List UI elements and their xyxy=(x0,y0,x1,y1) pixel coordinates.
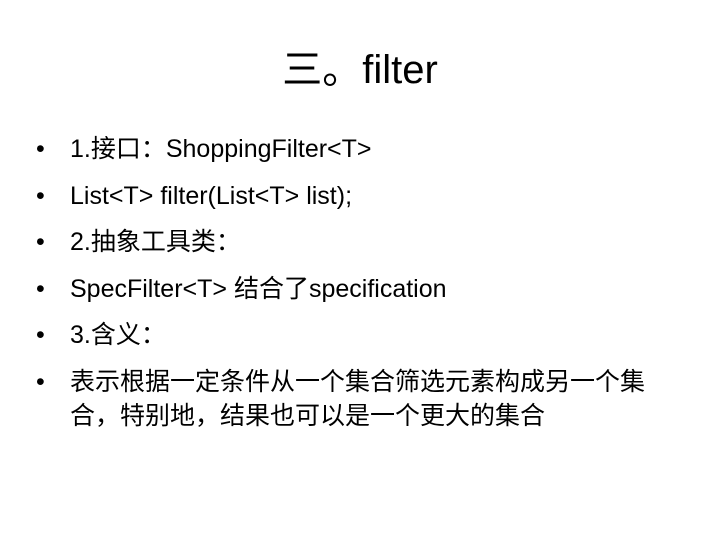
bullet-dot-icon: • xyxy=(36,367,45,396)
bullet-item: • 表示根据一定条件从一个集合筛选元素构成另一个集合，特别地，结果也可以是一个更… xyxy=(36,365,656,433)
bullet-text: 3.含义： xyxy=(70,321,166,349)
bullet-item: • SpecFilter<T> 结合了specification xyxy=(36,272,656,306)
bullet-text: 表示根据一定条件从一个集合筛选元素构成另一个集合，特别地，结果也可以是一个更大的… xyxy=(70,367,646,430)
bullet-item: • 1.接口：ShoppingFilter<T> xyxy=(36,132,656,166)
bullet-list: • 1.接口：ShoppingFilter<T> • List<T> filte… xyxy=(36,132,656,445)
slide-title: 三。filter xyxy=(282,48,438,92)
bullet-text: List<T> filter(List<T> list); xyxy=(70,181,353,210)
bullet-dot-icon: • xyxy=(36,135,45,163)
bullet-text: 2.抽象工具类： xyxy=(70,228,241,256)
bullet-dot-icon: • xyxy=(36,181,45,210)
bullet-text: SpecFilter<T> 结合了specification xyxy=(70,274,447,303)
bullet-item: • 2.抽象工具类： xyxy=(36,225,656,259)
bullet-dot-icon: • xyxy=(36,228,45,256)
slide: 三。filter • 1.接口：ShoppingFilter<T> • List… xyxy=(0,0,720,540)
bullet-dot-icon: • xyxy=(36,321,45,349)
bullet-item: • List<T> filter(List<T> list); xyxy=(36,179,656,213)
bullet-dot-icon: • xyxy=(36,274,45,303)
bullet-item: • 3.含义： xyxy=(36,318,656,352)
bullet-text: 1.接口：ShoppingFilter<T> xyxy=(70,135,372,163)
